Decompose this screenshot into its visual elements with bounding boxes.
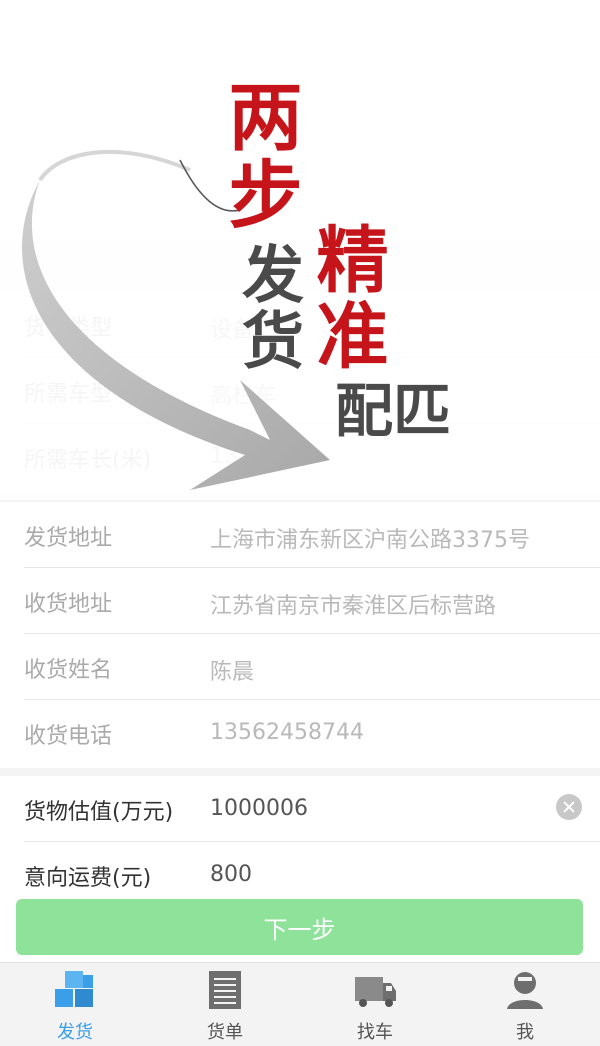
receive-address-value: 江苏省南京市秦淮区后标营路 [210,594,497,619]
list-document-icon [209,971,241,1009]
cargo-value-input[interactable]: 1000006 [210,796,308,821]
clear-icon[interactable] [556,794,582,820]
receiver-phone-value: 13562458744 [210,720,364,745]
vehicle-type-label: 所需车型 [24,382,113,407]
tab-find-truck-label: 找车 [357,1022,393,1043]
bottom-tab-bar: 发货 货单 找车 我 [0,962,600,1046]
tab-ship[interactable]: 发货 [0,963,150,1046]
ship-address-label: 发货地址 [24,526,113,551]
value-info-section: 货物估值(万元) 1000006 意向运费(元) 800 [0,776,600,891]
tab-me-label: 我 [516,1022,534,1043]
cube-icon [55,971,93,1007]
receiver-phone-label: 收货电话 [24,724,113,749]
cargo-type-row[interactable]: 货物类型 设备 [24,292,600,358]
vehicle-type-row[interactable]: 所需车型 高栏车 [24,358,600,424]
receiver-name-value: 陈晨 [210,660,255,685]
tab-ship-label: 发货 [57,1022,93,1043]
vehicle-length-value: 13 [210,444,238,469]
receive-address-row[interactable]: 收货地址 江苏省南京市秦淮区后标营路 [24,568,600,634]
shipping-form: 货物类型 设备 所需车型 高栏车 所需车长(米) 13 发货地址 上海市浦东新区… [0,0,600,891]
tab-find-truck[interactable]: 找车 [300,963,450,1046]
freight-label: 意向运费(元) [24,866,152,891]
cargo-type-label: 货物类型 [24,316,113,341]
address-info-section: 发货地址 上海市浦东新区沪南公路3375号 收货地址 江苏省南京市秦淮区后标营路… [0,502,600,768]
cargo-info-section: 货物类型 设备 所需车型 高栏车 所需车长(米) 13 [0,292,600,492]
freight-input[interactable]: 800 [210,862,252,887]
receive-address-label: 收货地址 [24,592,113,617]
receiver-name-row[interactable]: 收货姓名 陈晨 [24,634,600,700]
cargo-type-value: 设备 [210,318,255,343]
tab-orders-label: 货单 [207,1022,243,1043]
truck-icon [355,977,396,1007]
user-icon [507,972,543,1009]
receiver-phone-row[interactable]: 收货电话 13562458744 [24,700,600,766]
tab-orders[interactable]: 货单 [150,963,300,1046]
next-step-button[interactable]: 下一步 [16,899,583,955]
ship-address-row[interactable]: 发货地址 上海市浦东新区沪南公路3375号 [24,502,600,568]
vehicle-type-value: 高栏车 [210,384,277,409]
vehicle-length-label: 所需车长(米) [24,448,152,473]
receiver-name-label: 收货姓名 [24,658,113,683]
ship-address-value: 上海市浦东新区沪南公路3375号 [210,528,530,553]
vehicle-length-row[interactable]: 所需车长(米) 13 [24,424,600,490]
cargo-value-row[interactable]: 货物估值(万元) 1000006 [24,776,600,842]
tab-me[interactable]: 我 [450,963,600,1046]
cargo-value-label: 货物估值(万元) [24,800,174,825]
